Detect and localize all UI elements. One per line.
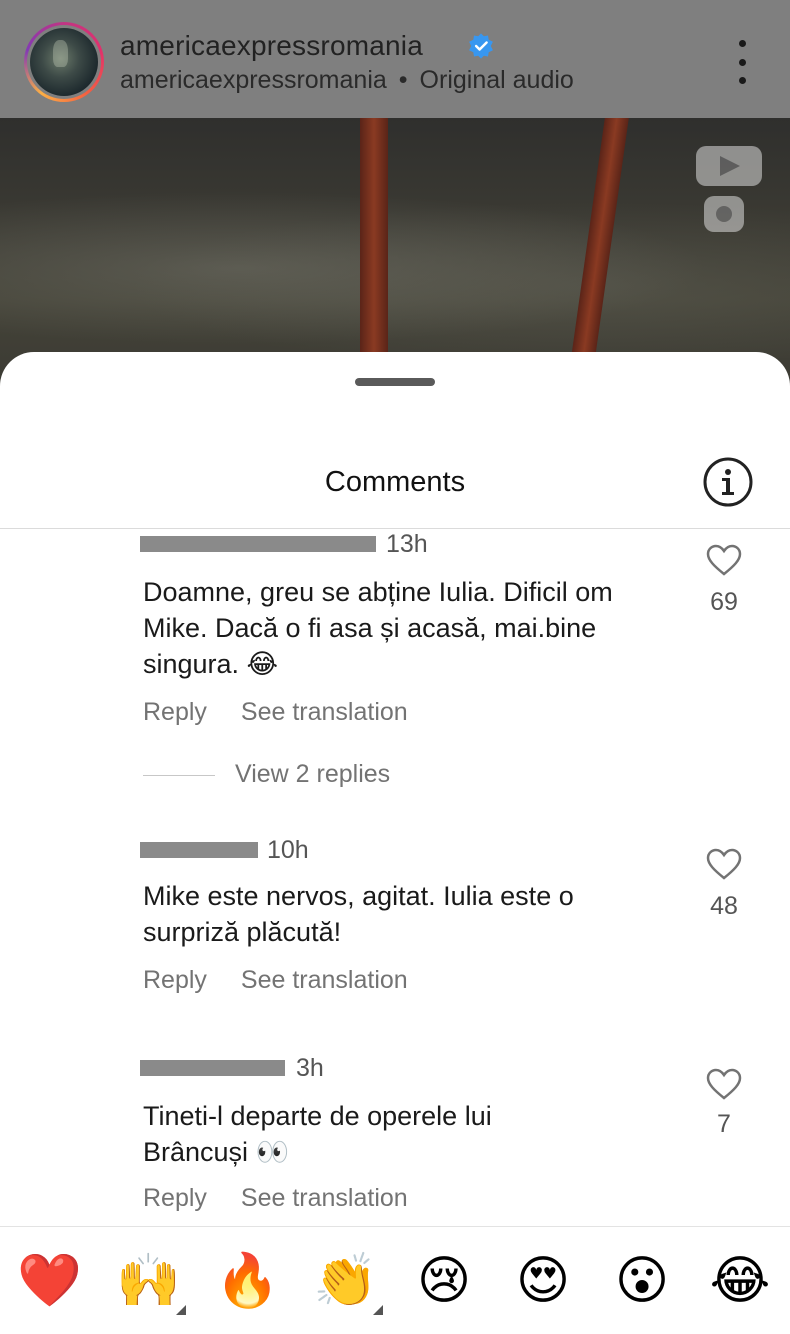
- see-translation-button[interactable]: See translation: [241, 966, 408, 994]
- sheet-title: Comments: [324, 466, 466, 498]
- comments-sheet: Comments 13h 69 Doamne, greu se abține I…: [0, 352, 790, 1334]
- separator-dot: •: [398, 66, 408, 94]
- comment-time: 10h: [267, 836, 309, 864]
- reel-header: americaexpressromania americaexpressroma…: [0, 0, 790, 118]
- reply-button[interactable]: Reply: [143, 966, 207, 994]
- like-count: 48: [710, 892, 738, 920]
- title-divider: [0, 528, 790, 529]
- reply-button[interactable]: Reply: [143, 698, 207, 726]
- see-translation-button[interactable]: See translation: [241, 1184, 408, 1212]
- audio-label[interactable]: Original audio: [420, 66, 574, 94]
- verified-badge-icon: [469, 33, 493, 59]
- like-count: 69: [710, 588, 738, 616]
- comment-actions: Reply See translation: [143, 966, 408, 995]
- account-name[interactable]: americaexpressromania: [120, 30, 423, 62]
- surprised-face-icon[interactable]: 😮: [610, 1249, 674, 1313]
- comment-time: 3h: [296, 1054, 324, 1082]
- like-heart-icon[interactable]: [706, 1068, 742, 1100]
- comment-time: 13h: [386, 530, 428, 558]
- like-count: 7: [717, 1110, 731, 1138]
- fire-icon[interactable]: 🔥: [215, 1249, 280, 1313]
- sub-account-name[interactable]: americaexpressromania: [120, 66, 387, 94]
- avatar[interactable]: [24, 22, 104, 102]
- tears-of-joy-icon[interactable]: 😂: [708, 1249, 772, 1313]
- info-icon[interactable]: [702, 456, 754, 508]
- like-heart-icon[interactable]: [706, 848, 742, 880]
- sub-line: americaexpressromania • Original audio: [120, 66, 574, 95]
- crying-face-icon[interactable]: 😢: [412, 1249, 476, 1313]
- redacted-username[interactable]: [140, 842, 258, 858]
- emoji-reaction-bar: ❤️ 🙌 🔥 👏 😢 😍 😮 😂: [0, 1226, 790, 1334]
- more-options-icon[interactable]: [728, 40, 756, 84]
- heart-eyes-icon[interactable]: 😍: [511, 1249, 575, 1313]
- comment-actions: Reply See translation: [143, 1184, 408, 1213]
- replies-divider-line: [143, 774, 215, 776]
- reply-button[interactable]: Reply: [143, 1184, 207, 1212]
- redacted-username[interactable]: [140, 536, 376, 552]
- comment-text: Mike este nervos, agitat. Iulia este o s…: [143, 881, 574, 947]
- raising-hands-icon[interactable]: 🙌: [116, 1249, 186, 1315]
- drag-handle[interactable]: [355, 378, 435, 386]
- redacted-username[interactable]: [140, 1060, 285, 1076]
- red-heart-icon[interactable]: ❤️: [17, 1249, 82, 1313]
- comment-actions: Reply See translation: [143, 698, 408, 727]
- clapping-hands-icon[interactable]: 👏: [313, 1249, 383, 1315]
- comment-text: Tineti-l departe de operele lui Brâncuși…: [143, 1101, 492, 1167]
- like-heart-icon[interactable]: [706, 544, 742, 576]
- comment-text: Doamne, greu se abține Iulia. Dificil om…: [143, 577, 613, 679]
- channel-logo-icon: [696, 146, 762, 232]
- reel-video[interactable]: americaexpressromania americaexpressroma…: [0, 0, 790, 400]
- view-replies-label: View 2 replies: [235, 760, 391, 788]
- view-replies-button[interactable]: View 2 replies: [143, 760, 390, 789]
- clapping-hands-glyph: 👏: [313, 1251, 378, 1311]
- raising-hands-glyph: 🙌: [116, 1251, 181, 1311]
- see-translation-button[interactable]: See translation: [241, 698, 408, 726]
